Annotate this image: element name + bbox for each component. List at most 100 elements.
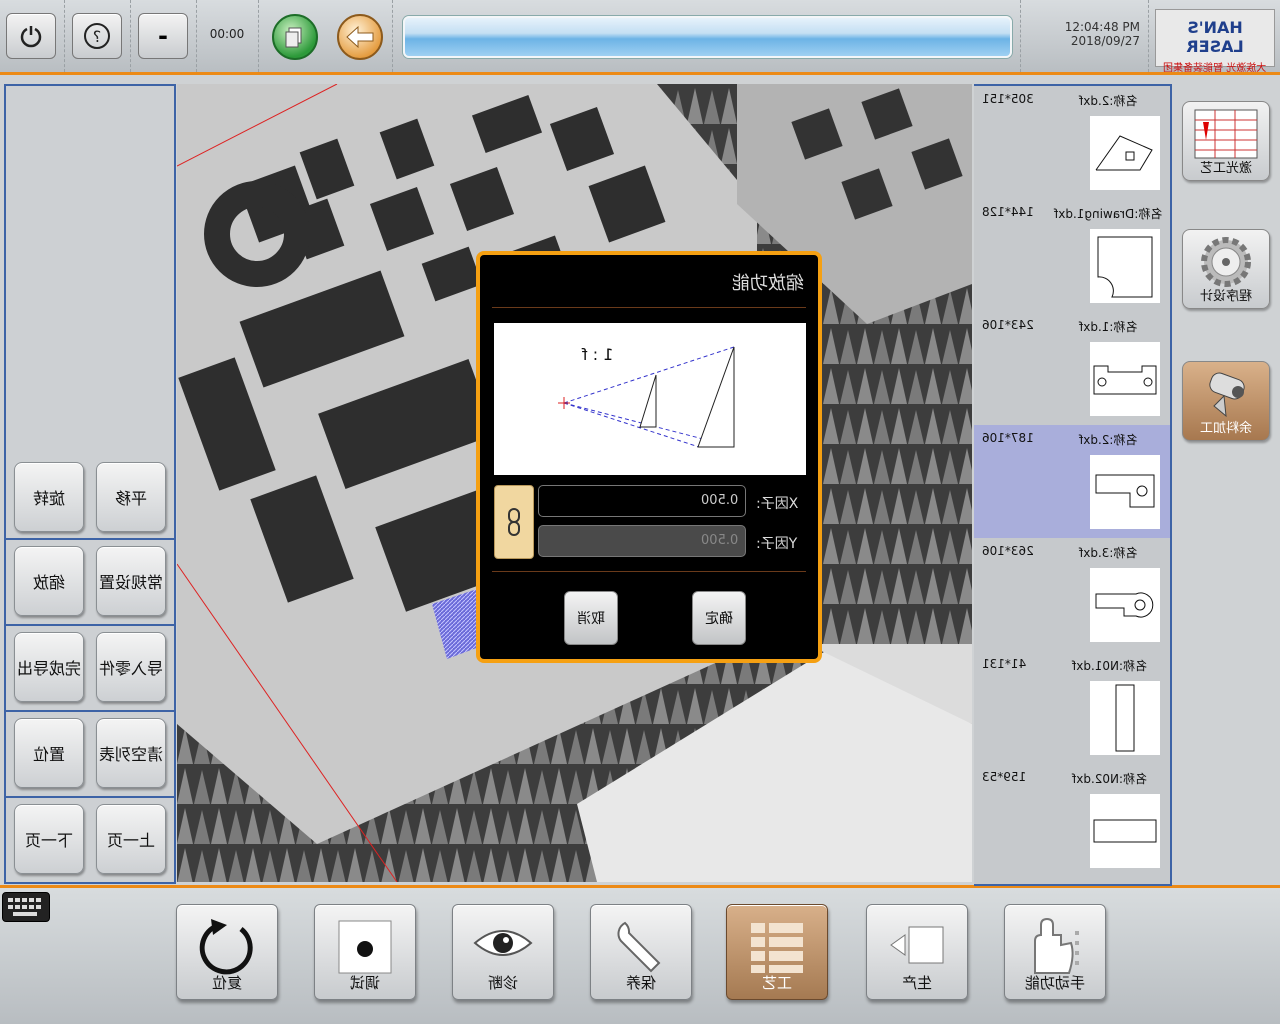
part-name: 名称:Drawing1.dxf	[1054, 207, 1163, 221]
part-size: 263*106	[982, 544, 1034, 558]
chain-link-icon	[508, 508, 520, 536]
table-icon	[1194, 109, 1258, 159]
next-page-button[interactable]: 下一页	[14, 804, 84, 874]
laser-process-label: 激光工艺	[1199, 161, 1252, 176]
part-list: 名称:2.dxf 305*151 名称:Drawing1.dxf 144*128…	[974, 84, 1172, 886]
part-item[interactable]: 名称:Drawing1.dxf 144*128	[974, 199, 1170, 312]
dot-icon	[338, 920, 392, 974]
logo-text-top: HAN'S LASER	[1186, 18, 1244, 56]
bottom-nav: 复位 调试 诊断 保养 工艺 生产 手动功能	[0, 888, 1280, 1024]
program-design-label: 程序设计	[1199, 289, 1252, 304]
timer-readout: 00:00	[209, 27, 245, 41]
part-size: 305*151	[982, 92, 1034, 106]
part-name: 名称:N02.dxf	[1072, 772, 1148, 786]
confirm-button[interactable]: 确定	[692, 591, 746, 645]
cancel-label: 取消	[577, 611, 605, 627]
part-thumbnail	[1090, 116, 1160, 190]
clear-list-label: 清空列表	[98, 745, 163, 764]
camera-icon	[1209, 372, 1245, 418]
production-button[interactable]: 生产	[866, 904, 968, 1000]
dialog-title: 缩放功能	[732, 273, 804, 294]
scale-dialog: 缩放功能 1 : f 0.500 X因子: 0.500 Y因子: 确定 取消	[476, 251, 822, 663]
scale-ratio: 1 : f	[582, 345, 614, 364]
part-item[interactable]: 名称:N01.dxf 41*131	[974, 651, 1170, 764]
scale-button[interactable]: 缩放	[14, 546, 84, 616]
y-factor-input[interactable]: 0.500	[538, 525, 746, 557]
maintenance-label: 保养	[625, 974, 656, 992]
confirm-label: 确定	[705, 611, 733, 627]
manual-functions-button[interactable]: 手动功能	[1004, 904, 1106, 1000]
general-settings-label: 常规设置	[98, 573, 163, 592]
part-item[interactable]: 名称:2.dxf 305*151	[974, 86, 1170, 199]
gear-icon	[1201, 237, 1251, 287]
part-thumbnail	[1090, 681, 1160, 755]
program-design-button[interactable]: 程序设计	[1182, 229, 1270, 309]
power-button[interactable]	[6, 13, 56, 59]
rotate-button[interactable]: 旋转	[14, 462, 84, 532]
part-thumbnail	[1090, 568, 1160, 642]
scale-label: 缩放	[32, 573, 65, 592]
remnant-processing-label: 余料加工	[1199, 421, 1252, 436]
pan-label: 平移	[114, 489, 147, 508]
wrench-icon	[617, 921, 661, 973]
power-icon	[20, 26, 42, 48]
part-name: 名称:1.dxf	[1079, 320, 1138, 334]
scale-diagram: 1 : f	[494, 323, 806, 475]
minimize-button[interactable]: -	[138, 13, 188, 59]
rotate-label: 旋转	[32, 489, 65, 508]
process-label: 工艺	[761, 974, 792, 992]
maintenance-button[interactable]: 保养	[590, 904, 692, 1000]
x-factor-value: 0.500	[701, 493, 739, 508]
part-item[interactable]: 名称:1.dxf 243*106	[974, 312, 1170, 425]
part-size: 144*128	[982, 205, 1034, 219]
copy-button[interactable]	[272, 14, 318, 60]
clock-date: 2018/09/27	[1070, 34, 1140, 48]
debug-label: 调试	[349, 974, 380, 992]
message-bar	[403, 16, 1012, 58]
process-button[interactable]: 工艺	[726, 904, 828, 1000]
reset-button[interactable]: 复位	[176, 904, 278, 1000]
part-name: 名称:2.dxf	[1079, 94, 1138, 108]
hans-laser-logo: HAN'S LASER 大族激光 智能装备集团	[1155, 9, 1275, 74]
eye-icon	[473, 930, 533, 956]
part-name: 名称:N01.dxf	[1072, 659, 1148, 673]
general-settings-button[interactable]: 常规设置	[96, 546, 166, 616]
arrow-left-icon	[346, 25, 374, 49]
keyboard-icon[interactable]	[2, 892, 50, 922]
cancel-button[interactable]: 取消	[564, 591, 618, 645]
prev-page-label: 上一页	[106, 831, 155, 850]
reset-label: 复位	[211, 974, 242, 992]
pan-button[interactable]: 平移	[96, 462, 166, 532]
clock: 12:04:48 PM 2018/09/27	[1030, 20, 1140, 48]
part-thumbnail	[1090, 342, 1160, 416]
part-size: 187*106	[982, 431, 1034, 445]
hand-icon	[1034, 917, 1079, 974]
debug-button[interactable]: 调试	[314, 904, 416, 1000]
minimize-label: -	[158, 22, 168, 50]
laser-process-button[interactable]: 激光工艺	[1182, 101, 1270, 181]
part-item[interactable]: 名称:3.dxf 263*106	[974, 538, 1170, 651]
finish-export-button[interactable]: 完成导出	[14, 632, 84, 702]
part-size: 41*131	[982, 657, 1027, 671]
prev-page-button[interactable]: 上一页	[96, 804, 166, 874]
link-ratio-toggle[interactable]	[494, 485, 534, 559]
position-label: 置位	[32, 745, 65, 764]
refresh-icon	[199, 919, 253, 975]
import-parts-button[interactable]: 导入零件	[96, 632, 166, 702]
position-button[interactable]: 置位	[14, 718, 84, 788]
part-item[interactable]: 名称:N02.dxf 159*53	[974, 764, 1170, 877]
part-item-selected[interactable]: 名称:2.dxf 187*106	[974, 425, 1170, 538]
x-factor-input[interactable]: 0.500	[538, 485, 746, 517]
remnant-processing-button[interactable]: 余料加工	[1182, 361, 1270, 441]
manual-functions-label: 手动功能	[1024, 974, 1085, 992]
part-thumbnail	[1090, 455, 1160, 529]
diagnose-button[interactable]: 诊断	[452, 904, 554, 1000]
help-button[interactable]: ?	[72, 13, 122, 59]
back-button[interactable]	[337, 14, 383, 60]
help-icon: ?	[84, 23, 110, 49]
part-size: 159*53	[982, 770, 1027, 784]
top-toolbar: ? - 00:00 12:04:48 PM 2018/09/27 HAN'S L…	[0, 0, 1280, 74]
clear-list-button[interactable]: 清空列表	[96, 718, 166, 788]
finish-export-label: 完成导出	[16, 659, 81, 678]
y-factor-value: 0.500	[701, 533, 739, 548]
